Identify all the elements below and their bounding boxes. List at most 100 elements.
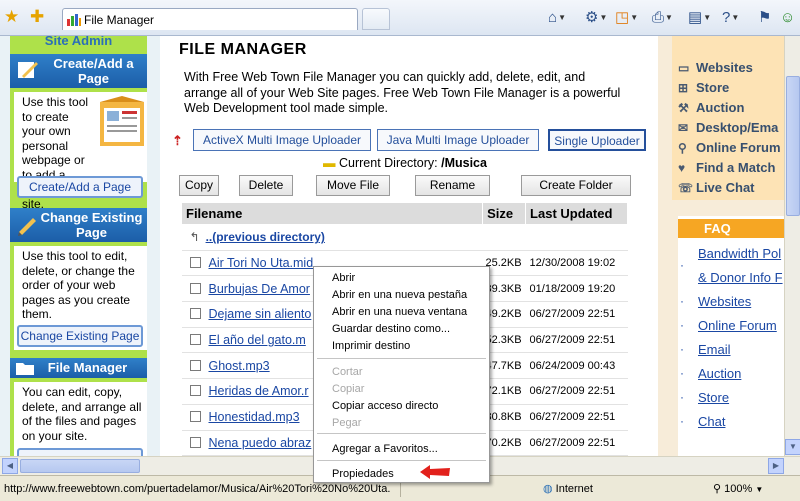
faq-link-donor[interactable]: & Donor Info F	[698, 270, 783, 285]
last-updated-header[interactable]: Last Updated	[525, 202, 628, 225]
file-checkbox[interactable]	[189, 334, 201, 346]
faq-link-bandwidth[interactable]: Bandwidth Pol	[698, 246, 781, 261]
sidebar-item-online-forum[interactable]: ⚲ Online Forum	[678, 140, 781, 155]
change-page-heading: Change Existing Page	[10, 208, 147, 242]
single-uploader-button[interactable]: Single Uploader	[548, 129, 646, 151]
sidebar-item-find-match[interactable]: ♥ Find a Match	[678, 160, 775, 175]
menu-separator	[317, 358, 486, 359]
delete-button[interactable]: Delete	[239, 175, 293, 196]
faq-link-websites[interactable]: Websites	[698, 294, 751, 309]
menu-item-open-new-window[interactable]: Abrir en una nueva ventana	[332, 306, 467, 319]
sidebar-item-live-chat[interactable]: ☏ Live Chat	[678, 180, 755, 195]
bullet-icon: ·	[680, 366, 684, 380]
scroll-left-icon[interactable]: ◀	[2, 458, 18, 474]
menu-item-properties[interactable]: Propiedades	[332, 468, 394, 481]
sidebar-item-desktop-email[interactable]: ✉ Desktop/Ema	[678, 120, 778, 135]
scroll-right-icon[interactable]: ▶	[768, 458, 784, 474]
zoom-level[interactable]: ⚲ 100% ▼	[713, 482, 763, 495]
create-add-page-button[interactable]: Create/Add a Page	[17, 176, 143, 198]
globe-icon: ◍	[543, 483, 553, 495]
pencil-note-icon	[18, 62, 38, 78]
feeds-icon[interactable]: ⚙▼	[585, 8, 607, 28]
cart-icon: ⊞	[678, 81, 689, 95]
scroll-down-icon[interactable]: ▼	[785, 439, 800, 455]
mail-icon: ✉	[678, 121, 689, 135]
file-checkbox[interactable]	[189, 257, 201, 269]
sidebar-item-auction[interactable]: ⚒ Auction	[678, 100, 744, 115]
file-link[interactable]: El año del gato.m	[209, 333, 306, 347]
new-tab-button[interactable]	[362, 8, 390, 30]
browser-command-bar: ★ ✚ File Manager ⌂▼ ⚙▼ ◳▼ ⎙▼ ▤▼ ?▼ ⚑ ☺	[0, 0, 800, 36]
folder-icon	[16, 363, 34, 375]
menu-item-copy-shortcut[interactable]: Copiar acceso directo	[332, 400, 438, 413]
chat-icon: ☏	[678, 181, 694, 195]
filename-header[interactable]: Filename	[180, 202, 484, 225]
change-existing-page-button[interactable]: Change Existing Page	[17, 325, 143, 347]
vertical-scrollbar[interactable]: ▼	[784, 36, 800, 456]
heart-icon: ♥	[678, 161, 686, 175]
parent-directory-link[interactable]: ..(previous directory)	[206, 230, 325, 244]
bullet-icon: ·	[680, 318, 684, 332]
bullet-icon: ·	[680, 414, 684, 428]
file-checkbox[interactable]	[189, 436, 201, 448]
page-icon[interactable]: ▤▼	[688, 8, 711, 28]
file-manager-button[interactable]	[17, 448, 143, 456]
activex-uploader-button[interactable]: ActiveX Multi Image Uploader	[193, 129, 371, 151]
file-link[interactable]: Nena puedo abraz	[209, 436, 312, 450]
right-sidebar: ▭ Websites ⊞ Store ⚒ Auction ✉ Desktop/Ema ⚲…	[658, 36, 784, 456]
menu-item-open-new-tab[interactable]: Abrir en una nueva pestaña	[332, 289, 467, 302]
file-date: 06/27/2009 22:51	[525, 430, 628, 456]
faq-link-auction[interactable]: Auction	[698, 366, 741, 381]
file-checkbox[interactable]	[189, 359, 201, 371]
horizontal-scrollbar-thumb[interactable]	[20, 459, 140, 473]
add-favorites-icon[interactable]: ✚	[30, 8, 44, 25]
file-checkbox[interactable]	[189, 411, 201, 423]
current-directory: ▬ Current Directory: /Musica	[323, 156, 487, 170]
bullet-icon: ·	[680, 294, 684, 308]
size-header[interactable]: Size	[482, 202, 527, 225]
sidebar-item-store[interactable]: ⊞ Store	[678, 80, 729, 95]
browser-tab[interactable]: File Manager	[62, 8, 358, 30]
rename-button[interactable]: Rename	[415, 175, 490, 196]
file-checkbox[interactable]	[189, 308, 201, 320]
favorites-star-icon[interactable]: ★	[4, 8, 19, 25]
create-folder-button[interactable]: Create Folder	[521, 175, 631, 196]
move-file-button[interactable]: Move File	[316, 175, 390, 196]
file-checkbox[interactable]	[189, 385, 201, 397]
left-sidebar: Site Admin Create/Add a Page Use this to…	[0, 36, 160, 456]
up-folder-icon: ↰	[189, 230, 200, 245]
faq-link-email[interactable]: Email	[698, 342, 731, 357]
bullet-icon: ·	[680, 342, 684, 356]
menu-item-add-favorites[interactable]: Agregar a Favoritos...	[332, 443, 438, 456]
sidebar-item-websites[interactable]: ▭ Websites	[678, 60, 753, 75]
print-icon[interactable]: ⎙▼	[652, 8, 673, 28]
file-link[interactable]: Burbujas De Amor	[209, 282, 310, 296]
file-date: 06/27/2009 22:51	[525, 327, 628, 354]
faq-link-store[interactable]: Store	[698, 390, 729, 405]
research-icon[interactable]: ⚑	[758, 8, 771, 28]
menu-item-print-target[interactable]: Imprimir destino	[332, 340, 410, 353]
file-link[interactable]: Dejame sin aliento	[209, 307, 312, 321]
file-checkbox[interactable]	[189, 282, 201, 294]
menu-item-save-target[interactable]: Guardar destino como...	[332, 323, 450, 336]
file-link[interactable]: Heridas de Amor.r	[209, 384, 309, 398]
file-link[interactable]: Honestidad.mp3	[209, 410, 300, 424]
edit-pencil-icon	[18, 218, 36, 236]
faq-link-online-forum[interactable]: Online Forum	[698, 318, 777, 333]
parent-directory-row: ↰ ..(previous directory)	[181, 224, 628, 251]
java-uploader-button[interactable]: Java Multi Image Uploader	[377, 129, 539, 151]
copy-button[interactable]: Copy	[179, 175, 219, 196]
home-icon[interactable]: ⌂▼	[548, 8, 566, 28]
file-date: 06/27/2009 22:51	[525, 378, 628, 405]
file-link[interactable]: Ghost.mp3	[209, 359, 270, 373]
rss-icon[interactable]: ◳▼	[615, 8, 638, 28]
messenger-icon[interactable]: ☺	[780, 8, 795, 28]
menu-item-open[interactable]: Abrir	[332, 272, 355, 285]
scrollbar-thumb[interactable]	[786, 76, 800, 216]
file-link[interactable]: Air Tori No Uta.mid	[209, 256, 314, 270]
file-date: 06/27/2009 22:51	[525, 404, 628, 431]
help-icon[interactable]: ?▼	[722, 8, 739, 28]
file-date: 01/18/2009 19:20	[525, 275, 628, 303]
context-menu: Abrir Abrir en una nueva pestaña Abrir e…	[313, 266, 490, 483]
faq-link-chat[interactable]: Chat	[698, 414, 725, 429]
